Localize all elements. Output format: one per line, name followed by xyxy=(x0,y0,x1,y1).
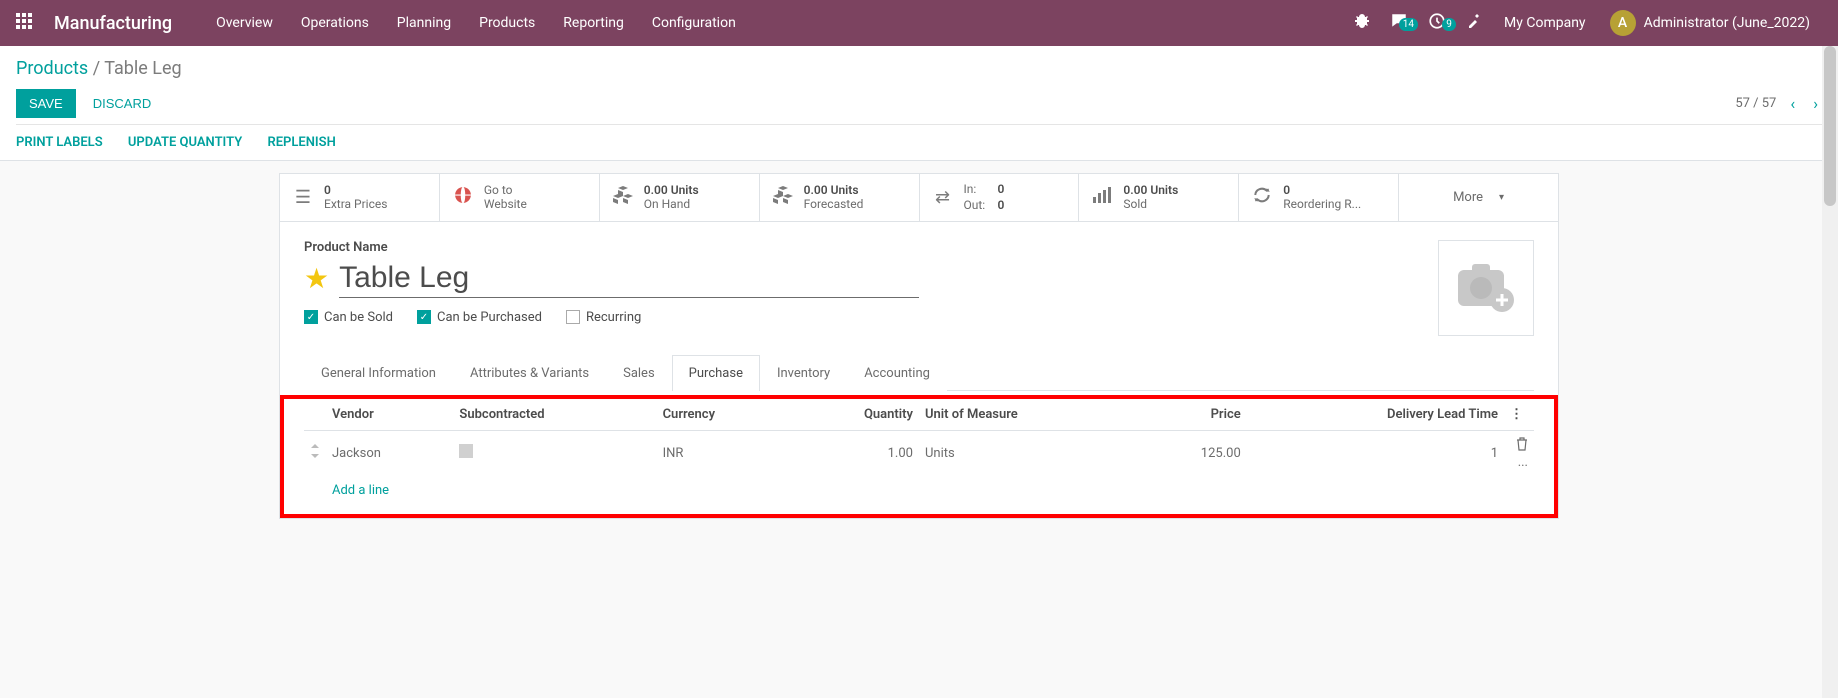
app-title[interactable]: Manufacturing xyxy=(54,13,172,34)
top-nav: Manufacturing Overview Operations Planni… xyxy=(0,0,1838,46)
print-labels-button[interactable]: PRINT LABELS xyxy=(16,135,103,150)
cell-vendor[interactable]: Jackson xyxy=(326,430,453,476)
tab-sales[interactable]: Sales xyxy=(606,355,672,391)
breadcrumb-current: Table Leg xyxy=(104,58,181,79)
globe-icon xyxy=(452,186,474,209)
stat-sold[interactable]: 0.00 Units Sold xyxy=(1079,174,1239,221)
pager-next[interactable]: › xyxy=(1809,90,1822,117)
checkbox-unchecked-icon xyxy=(566,310,580,324)
vertical-scrollbar[interactable] xyxy=(1822,46,1838,698)
update-quantity-button[interactable]: UPDATE QUANTITY xyxy=(128,135,242,150)
avatar: A xyxy=(1610,10,1636,36)
delete-row-icon[interactable]: ... xyxy=(1504,430,1534,476)
col-options[interactable]: ⋮ xyxy=(1504,399,1534,431)
checkbox-checked-icon: ✓ xyxy=(417,310,431,324)
cell-quantity[interactable]: 1.00 xyxy=(791,430,919,476)
breadcrumb: Products / Table Leg xyxy=(16,58,1822,79)
cell-uom[interactable]: Units xyxy=(919,430,1138,476)
tab-general-information[interactable]: General Information xyxy=(304,355,453,391)
form-sheet: ☰ 0 Extra Prices Go to Website xyxy=(279,173,1559,519)
stat-reordering[interactable]: 0 Reordering R... xyxy=(1239,174,1399,221)
col-subcontracted[interactable]: Subcontracted xyxy=(453,399,656,431)
discard-button[interactable]: DISCARD xyxy=(80,89,165,118)
tabs: General Information Attributes & Variant… xyxy=(304,354,1534,391)
favorite-star-icon[interactable]: ★ xyxy=(304,262,329,295)
messages-icon[interactable]: 14 xyxy=(1380,12,1418,34)
stat-on-hand[interactable]: 0.00 Units On Hand xyxy=(600,174,760,221)
action-row: PRINT LABELS UPDATE QUANTITY REPLENISH xyxy=(16,124,1822,160)
pager-prev[interactable]: ‹ xyxy=(1786,90,1799,117)
caret-down-icon: ▾ xyxy=(1499,192,1504,203)
control-bar: Products / Table Leg SAVE DISCARD 57 / 5… xyxy=(0,46,1838,161)
nav-overview[interactable]: Overview xyxy=(202,0,287,46)
debug-icon[interactable] xyxy=(1344,13,1380,33)
vendor-table: Vendor Subcontracted Currency Quantity U… xyxy=(304,399,1534,506)
checkbox-checked-icon: ✓ xyxy=(304,310,318,324)
list-icon: ☰ xyxy=(292,187,314,208)
can-be-purchased-check[interactable]: ✓ Can be Purchased xyxy=(417,310,542,325)
chart-icon xyxy=(1091,187,1113,208)
stat-bar: ☰ 0 Extra Prices Go to Website xyxy=(280,174,1558,222)
tools-icon[interactable] xyxy=(1456,13,1492,33)
table-row[interactable]: Jackson INR 1.00 Units 125.00 1 ... xyxy=(304,430,1534,476)
stat-extra-prices[interactable]: ☰ 0 Extra Prices xyxy=(280,174,440,221)
product-image-placeholder[interactable] xyxy=(1438,240,1534,336)
col-currency[interactable]: Currency xyxy=(657,399,792,431)
nav-planning[interactable]: Planning xyxy=(383,0,465,46)
checkbox-unchecked-icon xyxy=(459,444,473,458)
replenish-button[interactable]: REPLENISH xyxy=(267,135,335,150)
stat-website[interactable]: Go to Website xyxy=(440,174,600,221)
can-be-sold-check[interactable]: ✓ Can be Sold xyxy=(304,310,393,325)
company-switcher[interactable]: My Company xyxy=(1492,15,1598,31)
nav-configuration[interactable]: Configuration xyxy=(638,0,750,46)
activity-icon[interactable]: 9 xyxy=(1418,12,1456,34)
user-menu[interactable]: A Administrator (June_2022) xyxy=(1598,10,1822,36)
col-uom[interactable]: Unit of Measure xyxy=(919,399,1138,431)
nav-products[interactable]: Products xyxy=(465,0,549,46)
activity-badge: 9 xyxy=(1442,18,1456,31)
recurring-check[interactable]: Recurring xyxy=(566,310,641,325)
user-name: Administrator (June_2022) xyxy=(1644,15,1810,31)
messages-badge: 14 xyxy=(1399,18,1418,31)
stat-in-out[interactable]: ⇄ In:0 Out:0 xyxy=(920,174,1080,221)
nav-reporting[interactable]: Reporting xyxy=(549,0,638,46)
breadcrumb-root[interactable]: Products xyxy=(16,58,88,79)
tab-attributes-variants[interactable]: Attributes & Variants xyxy=(453,355,606,391)
pager-text: 57 / 57 xyxy=(1735,96,1776,111)
apps-icon[interactable] xyxy=(16,13,36,33)
product-name-input[interactable] xyxy=(339,259,919,298)
col-lead[interactable]: Delivery Lead Time xyxy=(1247,399,1504,431)
scrollbar-thumb[interactable] xyxy=(1824,46,1836,206)
cell-lead[interactable]: 1 xyxy=(1247,430,1504,476)
transfer-icon: ⇄ xyxy=(932,187,954,208)
drag-handle-icon[interactable] xyxy=(304,430,326,476)
product-name-label: Product Name xyxy=(304,240,1438,255)
cell-currency[interactable]: INR xyxy=(657,430,792,476)
boxes-icon xyxy=(772,186,794,209)
stat-forecasted[interactable]: 0.00 Units Forecasted xyxy=(760,174,920,221)
col-price[interactable]: Price xyxy=(1138,399,1247,431)
cell-subcontracted[interactable] xyxy=(453,430,656,476)
tab-purchase[interactable]: Purchase xyxy=(672,355,760,391)
stat-more[interactable]: More ▾ xyxy=(1399,174,1558,221)
nav-operations[interactable]: Operations xyxy=(287,0,383,46)
vendor-pricelist-highlight: Vendor Subcontracted Currency Quantity U… xyxy=(280,395,1558,518)
save-button[interactable]: SAVE xyxy=(16,89,76,118)
col-quantity[interactable]: Quantity xyxy=(791,399,919,431)
cell-price[interactable]: 125.00 xyxy=(1138,430,1247,476)
col-vendor[interactable]: Vendor xyxy=(326,399,453,431)
tab-accounting[interactable]: Accounting xyxy=(847,355,947,391)
add-line-link[interactable]: Add a line xyxy=(332,483,389,498)
tab-inventory[interactable]: Inventory xyxy=(760,355,847,391)
refresh-icon xyxy=(1251,186,1273,209)
boxes-icon xyxy=(612,186,634,209)
